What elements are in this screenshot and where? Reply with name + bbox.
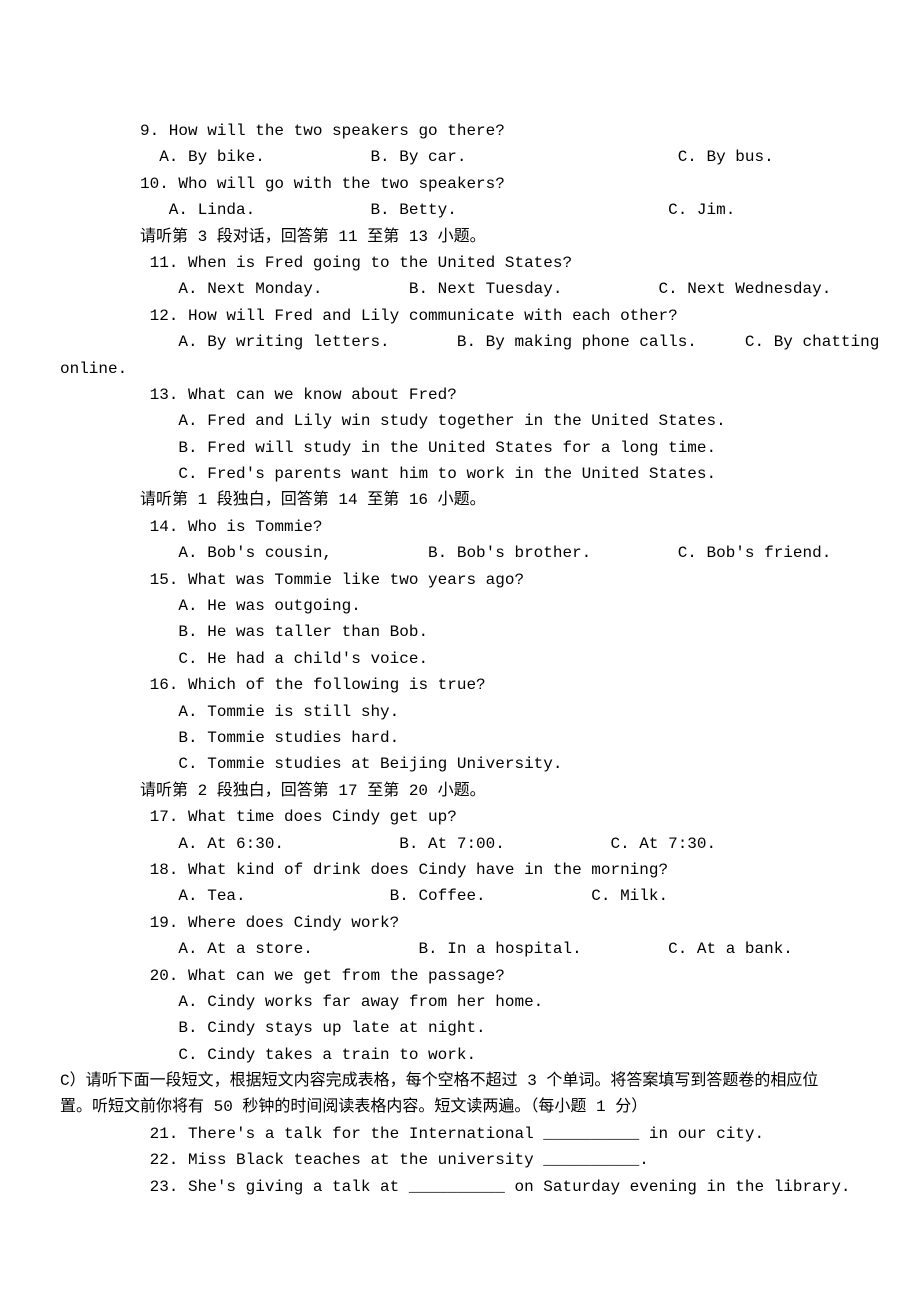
- question-10: 10. Who will go with the two speakers?: [140, 171, 830, 197]
- question-16-option-b: B. Tommie studies hard.: [140, 725, 830, 751]
- question-19-options: A. At a store. B. In a hospital. C. At a…: [140, 936, 830, 962]
- question-23: 23. She's giving a talk at __________ on…: [140, 1174, 830, 1200]
- question-22: 22. Miss Black teaches at the university…: [140, 1147, 830, 1173]
- question-15-option-c: C. He had a child's voice.: [140, 646, 830, 672]
- question-12: 12. How will Fred and Lily communicate w…: [140, 303, 830, 329]
- question-16-option-c: C. Tommie studies at Beijing University.: [140, 751, 830, 777]
- question-13-option-a: A. Fred and Lily win study together in t…: [140, 408, 830, 434]
- question-10-options: A. Linda. B. Betty. C. Jim.: [140, 197, 830, 223]
- question-13-option-b: B. Fred will study in the United States …: [140, 435, 830, 461]
- question-15-option-a: A. He was outgoing.: [140, 593, 830, 619]
- question-12-option-c-wrap: online.: [60, 356, 830, 382]
- document-page: 9. How will the two speakers go there? A…: [60, 118, 860, 1200]
- question-16-option-a: A. Tommie is still shy.: [140, 699, 830, 725]
- question-18-options: A. Tea. B. Coffee. C. Milk.: [140, 883, 830, 909]
- question-14-options: A. Bob's cousin, B. Bob's brother. C. Bo…: [140, 540, 830, 566]
- question-11: 11. When is Fred going to the United Sta…: [140, 250, 830, 276]
- question-11-options: A. Next Monday. B. Next Tuesday. C. Next…: [140, 276, 830, 302]
- question-19: 19. Where does Cindy work?: [140, 910, 830, 936]
- question-20-option-a: A. Cindy works far away from her home.: [140, 989, 830, 1015]
- question-18: 18. What kind of drink does Cindy have i…: [140, 857, 830, 883]
- question-14: 14. Who is Tommie?: [140, 514, 830, 540]
- question-20-option-c: C. Cindy takes a train to work.: [140, 1042, 830, 1068]
- question-20-option-b: B. Cindy stays up late at night.: [140, 1015, 830, 1041]
- question-16: 16. Which of the following is true?: [140, 672, 830, 698]
- question-9: 9. How will the two speakers go there?: [140, 118, 830, 144]
- question-17-options: A. At 6:30. B. At 7:00. C. At 7:30.: [140, 831, 830, 857]
- instruction-dialogue-3: 请听第 3 段对话，回答第 11 至第 13 小题。: [140, 224, 830, 250]
- question-15: 15. What was Tommie like two years ago?: [140, 567, 830, 593]
- instruction-monologue-1: 请听第 1 段独白，回答第 14 至第 16 小题。: [140, 487, 830, 513]
- question-13-option-c: C. Fred's parents want him to work in th…: [140, 461, 830, 487]
- question-17: 17. What time does Cindy get up?: [140, 804, 830, 830]
- question-21: 21. There's a talk for the International…: [140, 1121, 830, 1147]
- question-9-options: A. By bike. B. By car. C. By bus.: [140, 144, 830, 170]
- instruction-monologue-2: 请听第 2 段独白，回答第 17 至第 20 小题。: [140, 778, 830, 804]
- question-15-option-b: B. He was taller than Bob.: [140, 619, 830, 645]
- question-13: 13. What can we know about Fred?: [140, 382, 830, 408]
- question-12-options-ab: A. By writing letters. B. By making phon…: [140, 329, 830, 355]
- question-20: 20. What can we get from the passage?: [140, 963, 830, 989]
- section-c-instruction: C）请听下面一段短文，根据短文内容完成表格，每个空格不超过 3 个单词。将答案填…: [60, 1068, 830, 1121]
